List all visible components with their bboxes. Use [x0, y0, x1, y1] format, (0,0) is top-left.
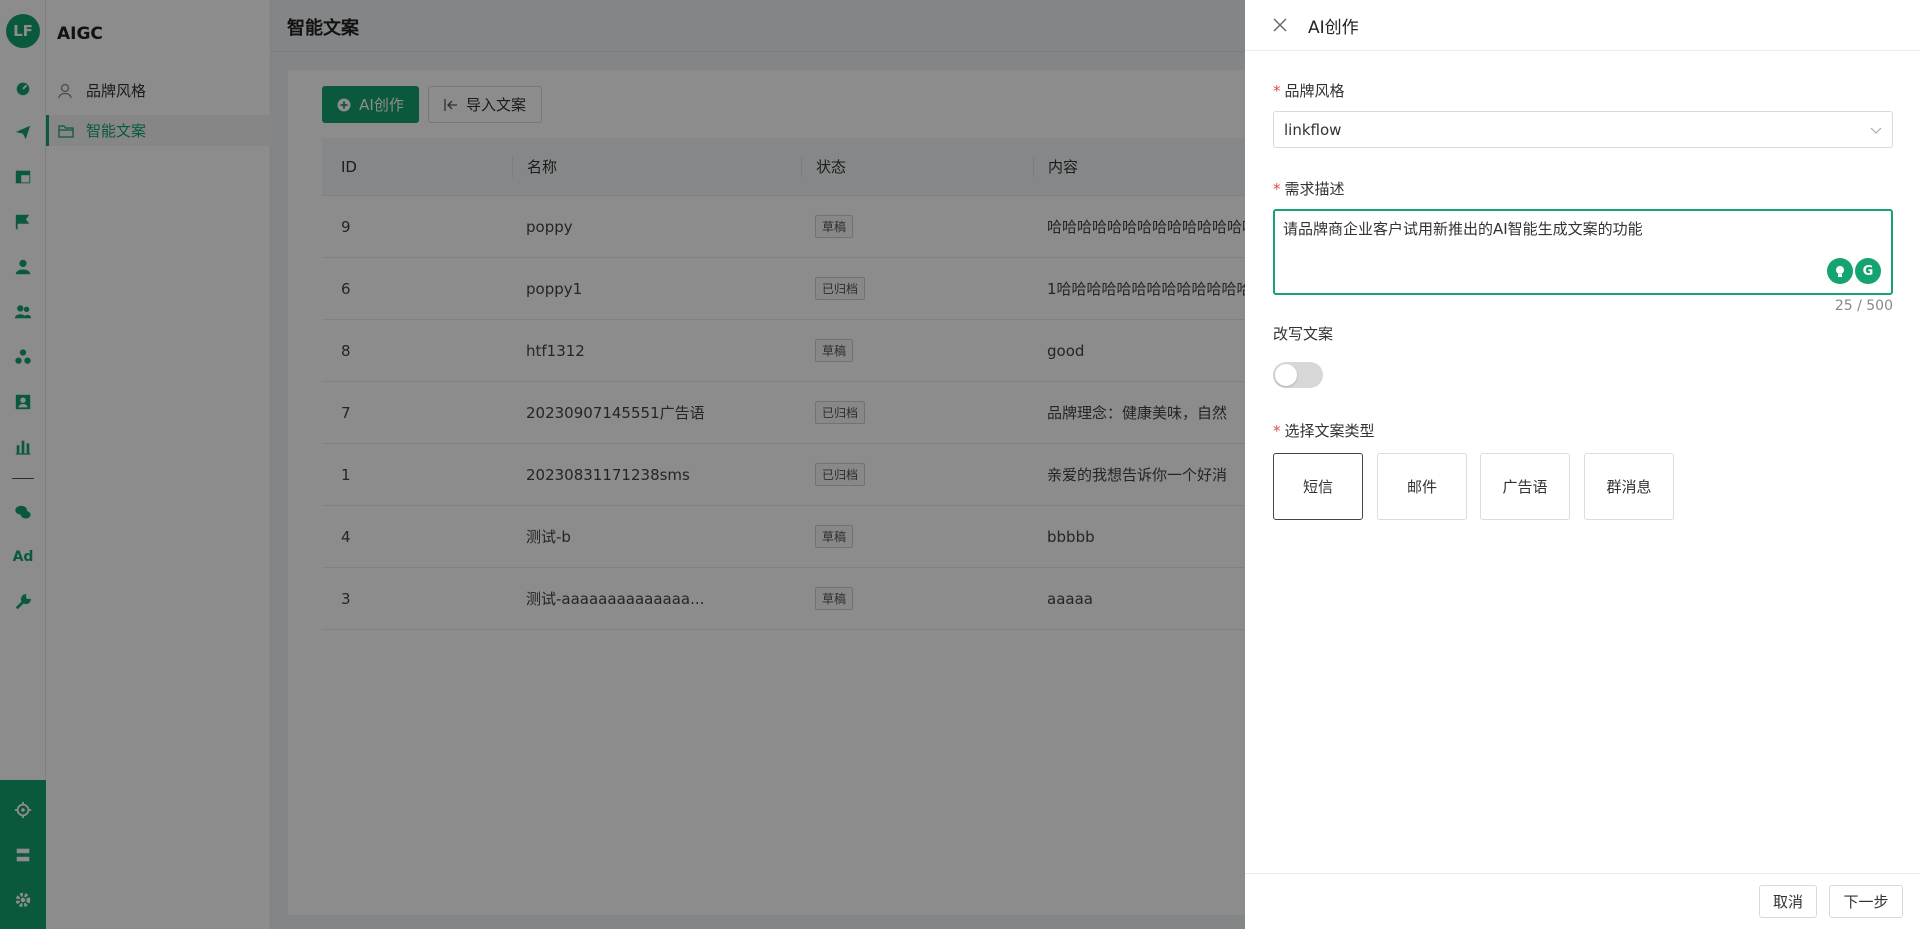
- grammarly-letter: G: [1862, 263, 1874, 279]
- char-counter: 25 / 500: [1834, 298, 1893, 314]
- cancel-button[interactable]: 取消: [1759, 885, 1817, 918]
- copy-type-label-text: 选择文案类型: [1284, 422, 1375, 440]
- required-mark: *: [1273, 422, 1281, 440]
- drawer-header: AI创作: [1245, 0, 1920, 51]
- chevron-down-icon: [1870, 127, 1882, 134]
- grammarly-icon[interactable]: G: [1855, 258, 1881, 284]
- brand-style-select[interactable]: linkflow: [1273, 111, 1893, 148]
- type-option-email[interactable]: 邮件: [1377, 453, 1467, 520]
- rewrite-label: 改写文案: [1273, 325, 1334, 343]
- copy-type-label: * 选择文案类型: [1273, 420, 1375, 441]
- rewrite-toggle[interactable]: [1273, 362, 1323, 388]
- brand-style-value: linkflow: [1284, 120, 1342, 139]
- requirement-textarea[interactable]: 请品牌商企业客户试用新推出的AI智能生成文案的功能 G: [1273, 209, 1893, 295]
- ai-create-drawer: AI创作 * 品牌风格 linkflow * 需求描述 请品牌商企业客户试用新推出的…: [1245, 0, 1920, 929]
- close-icon[interactable]: [1272, 17, 1288, 33]
- toggle-knob: [1275, 364, 1297, 386]
- textarea-assist-icons: G: [1827, 258, 1881, 284]
- brand-style-label: * 品牌风格: [1273, 80, 1345, 101]
- lightbulb-icon[interactable]: [1827, 258, 1853, 284]
- requirement-value: 请品牌商企业客户试用新推出的AI智能生成文案的功能: [1283, 220, 1643, 238]
- type-option-slogan[interactable]: 广告语: [1480, 453, 1570, 520]
- required-mark: *: [1273, 82, 1281, 100]
- next-step-button[interactable]: 下一步: [1829, 885, 1903, 918]
- requirement-label-text: 需求描述: [1284, 180, 1345, 198]
- brand-style-label-text: 品牌风格: [1284, 82, 1345, 100]
- type-option-sms[interactable]: 短信: [1273, 453, 1363, 520]
- requirement-label: * 需求描述: [1273, 178, 1345, 199]
- drawer-title: AI创作: [1308, 17, 1359, 38]
- type-option-group-message[interactable]: 群消息: [1584, 453, 1674, 520]
- drawer-footer-divider: [1245, 873, 1920, 874]
- required-mark: *: [1273, 180, 1281, 198]
